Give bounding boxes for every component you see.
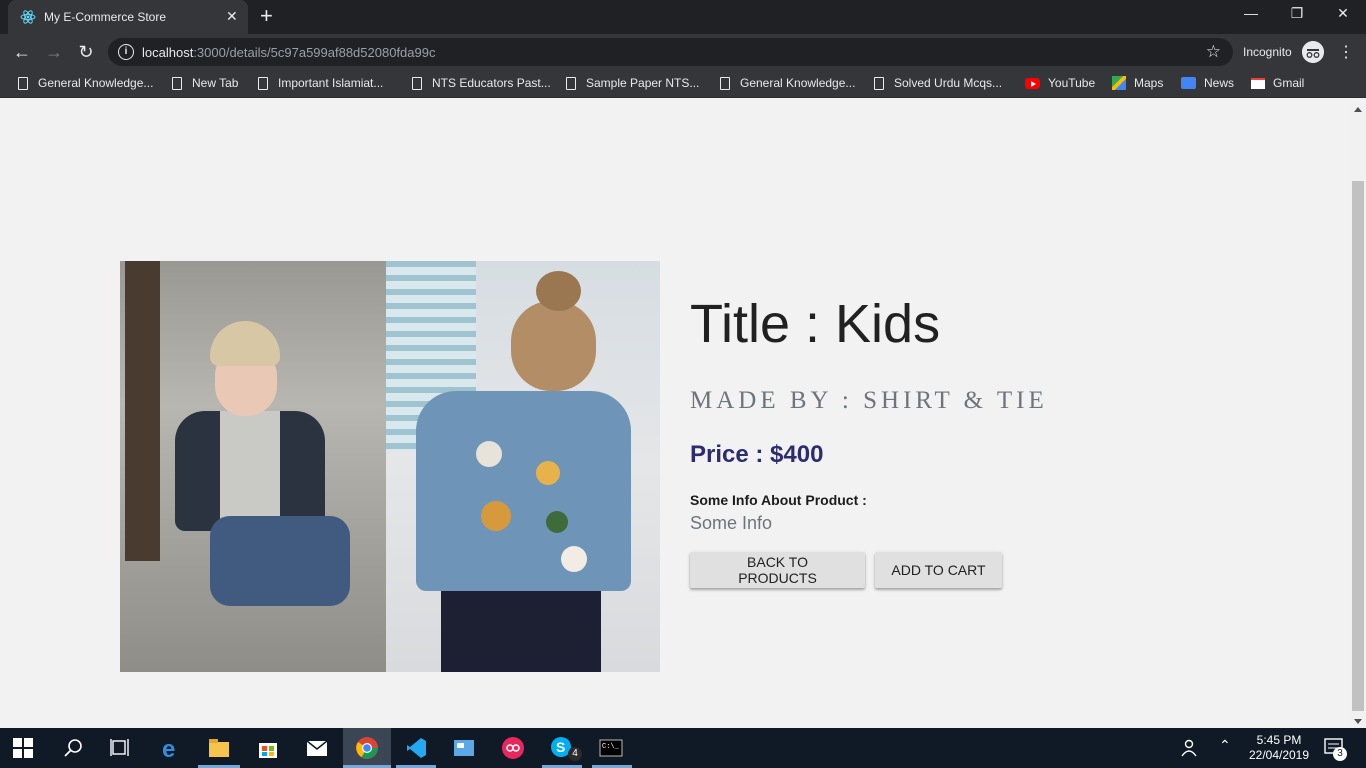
scroll-up-icon[interactable] (1354, 107, 1362, 112)
product-title: Title : Kids (690, 294, 941, 354)
bookmark-label: YouTube (1048, 76, 1096, 90)
incognito-label: Incognito (1243, 45, 1292, 59)
bookmark-gmail[interactable]: Gmail (1251, 76, 1304, 90)
app-icon[interactable] (501, 736, 525, 760)
bookmark-item[interactable]: Solved Urdu Mcqs... (874, 76, 1002, 90)
page-icon (720, 76, 730, 90)
info-icon[interactable]: i (118, 44, 134, 60)
news-icon (1181, 77, 1196, 89)
bookmark-label: NTS Educators Past... (432, 76, 551, 90)
bookmark-label: General Knowledge... (740, 76, 856, 90)
chevron-up-icon[interactable]: ⌃ (1219, 737, 1231, 754)
minimize-button[interactable]: — (1228, 5, 1274, 21)
page-icon (172, 76, 182, 90)
add-to-cart-button[interactable]: ADD TO CART (875, 552, 1002, 588)
vscode-icon[interactable] (404, 736, 428, 760)
bookmark-item[interactable]: NTS Educators Past... (412, 76, 551, 90)
product-info-label: Some Info About Product : (690, 492, 867, 508)
incognito-icon[interactable] (1302, 41, 1324, 63)
clock-date: 22/04/2019 (1248, 748, 1310, 762)
product-image (120, 261, 660, 672)
new-tab-button[interactable]: + (260, 5, 273, 27)
file-explorer-icon[interactable] (207, 736, 231, 760)
bookmark-label: Gmail (1273, 76, 1305, 90)
forward-arrow-icon[interactable]: → (42, 40, 66, 64)
bookmark-item[interactable]: General Knowledge... (720, 76, 855, 90)
gmail-icon (1251, 77, 1265, 89)
chrome-icon[interactable] (355, 736, 379, 760)
bookmark-star-icon[interactable]: ☆ (1206, 42, 1221, 62)
url-text: localhost:3000/details/5c97a599af88d5208… (142, 45, 435, 60)
task-view-icon[interactable] (108, 736, 132, 760)
page-icon (874, 76, 884, 90)
girl-photo (386, 261, 660, 672)
page-content: Title : Kids MADE BY : SHIRT & TIE Price… (0, 103, 1350, 728)
url-host: localhost (142, 45, 194, 60)
page-icon (18, 76, 28, 90)
bookmark-item[interactable]: New Tab (172, 76, 238, 90)
reload-icon[interactable]: ↻ (74, 40, 98, 64)
mail-icon[interactable] (305, 736, 329, 760)
tab-title: My E-Commerce Store (44, 10, 167, 24)
close-tab-icon[interactable]: ✕ (226, 8, 238, 24)
product-maker: MADE BY : SHIRT & TIE (690, 387, 1048, 414)
bookmark-item[interactable]: Important Islamiat... (258, 76, 383, 90)
clock[interactable]: 5:45 PM 22/04/2019 (1246, 733, 1312, 763)
bookmark-label: General Knowledge... (38, 76, 154, 90)
search-icon[interactable] (62, 736, 86, 760)
bookmark-label: Important Islamiat... (278, 76, 384, 90)
bookmark-label: News (1204, 76, 1235, 90)
page-icon (412, 76, 422, 90)
clock-time: 5:45 PM (1256, 733, 1302, 747)
page-scrollbar[interactable] (1350, 103, 1366, 728)
svg-text:e: e (162, 736, 175, 760)
back-arrow-icon[interactable]: ← (10, 40, 34, 64)
skype-badge: 4 (568, 747, 582, 761)
bookmark-item[interactable]: General Knowledge... (18, 76, 153, 90)
bookmark-youtube[interactable]: YouTube (1025, 76, 1095, 90)
scroll-down-icon[interactable] (1354, 719, 1362, 724)
bookmark-label: Sample Paper NTS... (586, 76, 700, 90)
address-bar[interactable]: i localhost:3000/details/5c97a599af88d52… (108, 38, 1233, 66)
menu-icon[interactable]: ⋮ (1338, 42, 1354, 62)
browser-tab[interactable]: My E-Commerce Store ✕ (8, 0, 248, 34)
scroll-thumb[interactable] (1352, 181, 1364, 711)
maps-icon (1112, 76, 1126, 90)
url-path: :3000/details/5c97a599af88d52080fda99c (193, 45, 436, 60)
bookmark-label: Solved Urdu Mcqs... (894, 76, 1003, 90)
terminal-icon[interactable]: C:\_ (599, 736, 623, 760)
back-to-products-button[interactable]: BACK TO PRODUCTS (690, 552, 865, 588)
notifications-badge: 3 (1333, 747, 1347, 761)
youtube-icon (1025, 77, 1040, 89)
product-price: Price : $400 (690, 441, 824, 468)
svg-text:S: S (556, 739, 565, 755)
bookmark-label: New Tab (192, 76, 239, 90)
bookmark-news[interactable]: News (1181, 76, 1234, 90)
bookmarks-bar: General Knowledge... New Tab Important I… (0, 70, 1366, 98)
tab-strip: My E-Commerce Store ✕ + — ❐ ✕ (0, 0, 1366, 34)
restore-button[interactable]: ❐ (1274, 5, 1320, 22)
browser-toolbar: ← → ↻ i localhost:3000/details/5c97a599a… (0, 34, 1366, 70)
taskbar: e S 4 C:\_ ⌃ 5:45 PM 22/04/2019 3 (0, 728, 1366, 768)
react-icon (20, 10, 36, 24)
control-panel-icon[interactable] (452, 736, 476, 760)
people-icon[interactable] (1176, 736, 1200, 760)
bookmark-item[interactable]: Sample Paper NTS... (566, 76, 699, 90)
windows-start-icon[interactable] (13, 738, 33, 758)
page-icon (566, 76, 576, 90)
bookmark-maps[interactable]: Maps (1112, 76, 1163, 90)
page-icon (258, 76, 268, 90)
svg-text:C:\_: C:\_ (602, 743, 620, 751)
store-icon[interactable] (256, 736, 280, 760)
product-info-value: Some Info (690, 513, 773, 533)
bookmark-label: Maps (1134, 76, 1164, 90)
boy-photo (120, 261, 386, 672)
close-window-button[interactable]: ✕ (1320, 5, 1366, 22)
edge-icon[interactable]: e (159, 736, 183, 760)
